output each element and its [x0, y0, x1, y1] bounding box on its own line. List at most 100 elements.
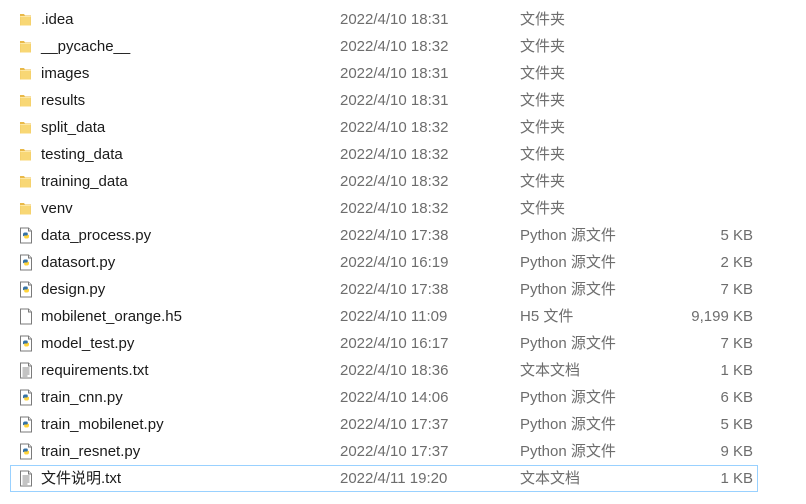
file-row[interactable]: train_mobilenet.py 2022/4/10 17:37 Pytho…: [0, 411, 806, 438]
file-type: 文件夹: [520, 38, 566, 55]
file-type: H5 文件: [520, 308, 574, 325]
file-date-modified: 2022/4/10 18:31: [340, 65, 449, 82]
file-type: Python 源文件: [520, 281, 616, 298]
file-date-modified: 2022/4/10 18:31: [340, 92, 449, 109]
file-type: 文件夹: [520, 65, 566, 82]
text-file-icon: [18, 362, 34, 379]
file-date-modified: 2022/4/10 18:32: [340, 119, 449, 136]
file-row[interactable]: train_cnn.py 2022/4/10 14:06 Python 源文件 …: [0, 384, 806, 411]
folder-icon: [18, 65, 34, 82]
python-file-icon: [18, 416, 34, 433]
file-type: 文本文档: [520, 362, 581, 379]
file-type: 文件夹: [520, 173, 566, 190]
file-size: 9 KB: [720, 443, 753, 460]
file-name: 文件说明.txt: [41, 470, 122, 487]
file-row[interactable]: train_resnet.py 2022/4/10 17:37 Python 源…: [0, 438, 806, 465]
python-file-icon: [18, 254, 34, 271]
file-type: Python 源文件: [520, 389, 616, 406]
file-row[interactable]: data_process.py 2022/4/10 17:38 Python 源…: [0, 222, 806, 249]
file-row[interactable]: 文件说明.txt 2022/4/11 19:20 文本文档 1 KB: [10, 465, 758, 492]
file-name: mobilenet_orange.h5: [41, 308, 182, 325]
file-date-modified: 2022/4/10 18:32: [340, 38, 449, 55]
file-type: Python 源文件: [520, 443, 616, 460]
file-row[interactable]: images 2022/4/10 18:31 文件夹: [0, 60, 806, 87]
file-name: design.py: [41, 281, 106, 298]
file-name: __pycache__: [41, 38, 131, 55]
file-name: train_mobilenet.py: [41, 416, 164, 433]
file-name: results: [41, 92, 86, 109]
file-name: datasort.py: [41, 254, 116, 271]
file-row[interactable]: results 2022/4/10 18:31 文件夹: [0, 87, 806, 114]
file-row[interactable]: mobilenet_orange.h5 2022/4/10 11:09 H5 文…: [0, 303, 806, 330]
file-date-modified: 2022/4/10 18:32: [340, 146, 449, 163]
folder-icon: [18, 146, 34, 163]
file-size: 5 KB: [720, 227, 753, 244]
file-name: data_process.py: [41, 227, 152, 244]
file-row[interactable]: design.py 2022/4/10 17:38 Python 源文件 7 K…: [0, 276, 806, 303]
file-size: 1 KB: [720, 470, 753, 487]
file-row[interactable]: __pycache__ 2022/4/10 18:32 文件夹: [0, 33, 806, 60]
file-size: 2 KB: [720, 254, 753, 271]
file-name: model_test.py: [41, 335, 135, 352]
file-type: 文件夹: [520, 11, 566, 28]
file-list: .idea 2022/4/10 18:31 文件夹 __pycache__ 20…: [0, 6, 806, 492]
file-date-modified: 2022/4/10 17:37: [340, 416, 449, 433]
file-date-modified: 2022/4/11 19:20: [340, 470, 448, 487]
file-name: .idea: [41, 11, 74, 28]
python-file-icon: [18, 389, 34, 406]
folder-icon: [18, 92, 34, 109]
file-size: 9,199 KB: [691, 308, 753, 325]
file-row[interactable]: .idea 2022/4/10 18:31 文件夹: [0, 6, 806, 33]
file-size: 7 KB: [720, 281, 753, 298]
file-date-modified: 2022/4/10 18:31: [340, 11, 449, 28]
blank-file-icon: [18, 308, 34, 325]
file-date-modified: 2022/4/10 17:37: [340, 443, 449, 460]
file-date-modified: 2022/4/10 18:32: [340, 200, 449, 217]
folder-icon: [18, 173, 34, 190]
folder-icon: [18, 11, 34, 28]
python-file-icon: [18, 227, 34, 244]
text-file-icon: [18, 470, 34, 487]
file-date-modified: 2022/4/10 17:38: [340, 227, 449, 244]
file-type: Python 源文件: [520, 254, 616, 271]
file-date-modified: 2022/4/10 16:17: [340, 335, 449, 352]
python-file-icon: [18, 281, 34, 298]
file-name: images: [41, 65, 90, 82]
file-size: 1 KB: [720, 362, 753, 379]
file-date-modified: 2022/4/10 11:09: [340, 308, 448, 325]
file-name: testing_data: [41, 146, 123, 163]
file-date-modified: 2022/4/10 16:19: [340, 254, 449, 271]
file-name: training_data: [41, 173, 128, 190]
file-row[interactable]: venv 2022/4/10 18:32 文件夹: [0, 195, 806, 222]
file-size: 5 KB: [720, 416, 753, 433]
file-row[interactable]: model_test.py 2022/4/10 16:17 Python 源文件…: [0, 330, 806, 357]
file-type: 文件夹: [520, 92, 566, 109]
file-name: train_resnet.py: [41, 443, 141, 460]
folder-icon: [18, 200, 34, 217]
file-row[interactable]: testing_data 2022/4/10 18:32 文件夹: [0, 141, 806, 168]
python-file-icon: [18, 335, 34, 352]
python-file-icon: [18, 443, 34, 460]
file-type: 文件夹: [520, 146, 566, 163]
folder-icon: [18, 119, 34, 136]
file-size: 7 KB: [720, 335, 753, 352]
file-name: venv: [41, 200, 73, 217]
file-type: Python 源文件: [520, 416, 616, 433]
file-row[interactable]: requirements.txt 2022/4/10 18:36 文本文档 1 …: [0, 357, 806, 384]
file-date-modified: 2022/4/10 14:06: [340, 389, 449, 406]
file-row[interactable]: training_data 2022/4/10 18:32 文件夹: [0, 168, 806, 195]
file-name: train_cnn.py: [41, 389, 123, 406]
file-size: 6 KB: [720, 389, 753, 406]
file-type: 文本文档: [520, 470, 581, 487]
file-type: 文件夹: [520, 119, 566, 136]
file-date-modified: 2022/4/10 17:38: [340, 281, 449, 298]
file-name: requirements.txt: [41, 362, 149, 379]
file-date-modified: 2022/4/10 18:32: [340, 173, 449, 190]
file-date-modified: 2022/4/10 18:36: [340, 362, 449, 379]
folder-icon: [18, 38, 34, 55]
file-name: split_data: [41, 119, 106, 136]
file-row[interactable]: datasort.py 2022/4/10 16:19 Python 源文件 2…: [0, 249, 806, 276]
file-type: 文件夹: [520, 200, 566, 217]
file-row[interactable]: split_data 2022/4/10 18:32 文件夹: [0, 114, 806, 141]
file-type: Python 源文件: [520, 227, 616, 244]
